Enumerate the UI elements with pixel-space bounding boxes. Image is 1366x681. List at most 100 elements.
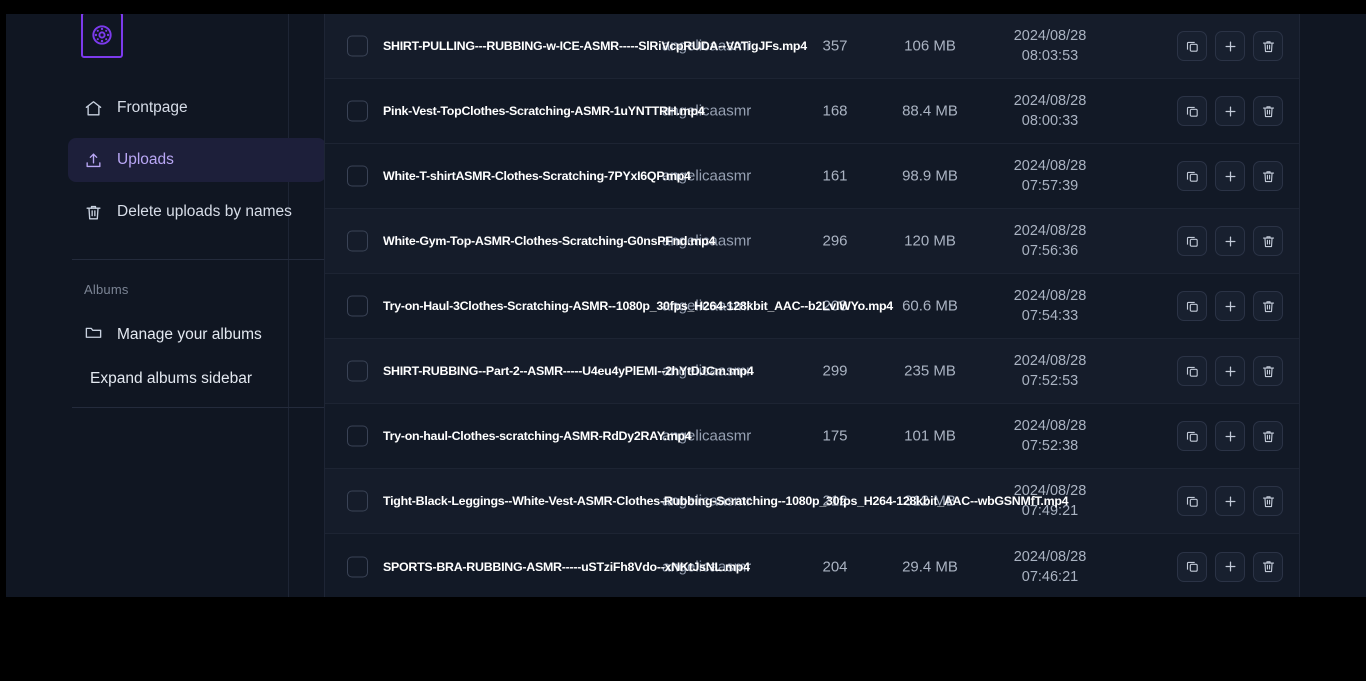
upload-filename[interactable]: SHIRT-RUBBING--Part-2--ASMR-----U4eu4yPl… <box>383 364 754 378</box>
upload-filename[interactable]: Tight-Black-Leggings--White-Vest-ASMR-Cl… <box>383 494 1069 508</box>
add-to-album-button[interactable] <box>1215 356 1245 386</box>
table-row[interactable]: White-T-shirtASMR-Clothes-Scratching-7PY… <box>325 144 1299 209</box>
upload-timestamp: 2024/08/28 07:46:21 <box>995 547 1105 587</box>
sidebar-item-frontpage[interactable]: Frontpage <box>68 86 326 130</box>
upload-timestamp: 2024/08/28 07:52:53 <box>995 351 1105 391</box>
sidebar-item-expand-albums-sidebar[interactable]: Expand albums sidebar <box>68 357 326 401</box>
upload-timestamp: 2024/08/28 08:00:33 <box>995 91 1105 131</box>
table-row[interactable]: SHIRT-RUBBING--Part-2--ASMR-----U4eu4yPl… <box>325 339 1299 404</box>
delete-upload-button[interactable] <box>1253 421 1283 451</box>
table-row[interactable]: Try-on-Haul-3Clothes-Scratching-ASMR--10… <box>325 274 1299 339</box>
sidebar-section-albums-title: Albums <box>84 282 129 297</box>
sidebar-item-label: Manage your albums <box>117 326 262 343</box>
delete-upload-button[interactable] <box>1253 226 1283 256</box>
copy-link-button[interactable] <box>1177 96 1207 126</box>
upload-time: 07:46:21 <box>1021 568 1079 585</box>
sidebar-divider-bottom <box>72 407 328 408</box>
table-row[interactable]: SHIRT-PULLING---RUBBING-w-ICE-ASMR-----S… <box>325 14 1299 79</box>
copy-link-button[interactable] <box>1177 356 1207 386</box>
delete-upload-button[interactable] <box>1253 161 1283 191</box>
row-actions <box>1177 31 1283 61</box>
add-to-album-button[interactable] <box>1215 226 1245 256</box>
upload-filename[interactable]: SHIRT-PULLING---RUBBING-w-ICE-ASMR-----S… <box>383 39 807 53</box>
folder-icon <box>84 323 103 347</box>
copy-link-button[interactable] <box>1177 486 1207 516</box>
copy-link-button[interactable] <box>1177 551 1207 582</box>
row-select-checkbox[interactable] <box>347 556 368 577</box>
upload-icon <box>84 151 103 170</box>
upload-filename[interactable]: Try-on-Haul-3Clothes-Scratching-ASMR--10… <box>383 299 893 313</box>
add-to-album-button[interactable] <box>1215 31 1245 61</box>
upload-timestamp: 2024/08/28 07:56:36 <box>995 221 1105 261</box>
delete-upload-button[interactable] <box>1253 291 1283 321</box>
table-row[interactable]: Try-on-haul-Clothes-scratching-ASMR-RdDy… <box>325 404 1299 469</box>
table-row[interactable]: Tight-Black-Leggings--White-Vest-ASMR-Cl… <box>325 469 1299 534</box>
upload-file-size: 29.4 MB <box>902 558 958 575</box>
copy-link-button[interactable] <box>1177 31 1207 61</box>
app-window: Frontpage Uploads Delete uploads by name… <box>6 14 1366 597</box>
delete-upload-button[interactable] <box>1253 356 1283 386</box>
upload-time: 07:54:33 <box>1021 308 1079 324</box>
sidebar-item-label: Delete uploads by names <box>117 203 292 220</box>
add-to-album-button[interactable] <box>1215 161 1245 191</box>
row-select-checkbox[interactable] <box>347 490 368 512</box>
row-select-checkbox[interactable] <box>347 360 368 382</box>
upload-filename[interactable]: SPORTS-BRA-RUBBING-ASMR-----uSTziFh8Vdo-… <box>383 560 750 574</box>
upload-filename[interactable]: Try-on-haul-Clothes-scratching-ASMR-RdDy… <box>383 429 692 443</box>
upload-file-size: 98.9 MB <box>902 167 958 185</box>
sidebar-item-manage-your-albums[interactable]: Manage your albums <box>68 313 326 357</box>
upload-timestamp: 2024/08/28 07:52:38 <box>995 416 1105 456</box>
upload-date: 2024/08/28 <box>1013 158 1087 174</box>
page-right-gutter <box>1301 14 1366 597</box>
row-select-checkbox[interactable] <box>347 295 368 317</box>
sidebar-item-delete-uploads-by-names[interactable]: Delete uploads by names <box>68 190 326 234</box>
add-to-album-button[interactable] <box>1215 551 1245 582</box>
upload-time: 07:52:53 <box>1021 373 1079 389</box>
add-to-album-button[interactable] <box>1215 486 1245 516</box>
delete-upload-button[interactable] <box>1253 96 1283 126</box>
upload-view-count: 161 <box>822 167 848 185</box>
copy-link-button[interactable] <box>1177 291 1207 321</box>
table-row[interactable]: Pink-Vest-TopClothes-Scratching-ASMR-1uY… <box>325 79 1299 144</box>
upload-view-count: 204 <box>822 558 848 575</box>
film-reel-icon <box>81 14 123 58</box>
app-logo[interactable] <box>80 14 124 62</box>
sidebar-divider <box>72 259 328 260</box>
upload-date: 2024/08/28 <box>1013 418 1087 434</box>
upload-view-count: 175 <box>822 427 848 445</box>
copy-link-button[interactable] <box>1177 226 1207 256</box>
delete-upload-button[interactable] <box>1253 551 1283 582</box>
upload-filename[interactable]: Pink-Vest-TopClothes-Scratching-ASMR-1uY… <box>383 104 705 118</box>
upload-date: 2024/08/28 <box>1013 288 1087 304</box>
row-actions <box>1177 421 1283 451</box>
upload-time: 08:03:53 <box>1021 48 1079 64</box>
upload-filename[interactable]: White-T-shirtASMR-Clothes-Scratching-7PY… <box>383 169 691 183</box>
add-to-album-button[interactable] <box>1215 96 1245 126</box>
row-actions <box>1177 551 1283 582</box>
sidebar-item-uploads[interactable]: Uploads <box>68 138 326 182</box>
upload-time: 07:52:38 <box>1021 438 1079 454</box>
add-to-album-button[interactable] <box>1215 291 1245 321</box>
upload-filename[interactable]: White-Gym-Top-ASMR-Clothes-Scratching-G0… <box>383 234 715 248</box>
table-row[interactable]: SPORTS-BRA-RUBBING-ASMR-----uSTziFh8Vdo-… <box>325 534 1299 597</box>
table-row[interactable]: White-Gym-Top-ASMR-Clothes-Scratching-G0… <box>325 209 1299 274</box>
row-select-checkbox[interactable] <box>347 35 368 57</box>
sidebar: Frontpage Uploads Delete uploads by name… <box>6 14 328 597</box>
upload-view-count: 299 <box>822 362 848 380</box>
upload-view-count: 296 <box>822 232 848 250</box>
upload-timestamp: 2024/08/28 07:54:33 <box>995 286 1105 326</box>
upload-view-count: 357 <box>822 37 848 55</box>
copy-link-button[interactable] <box>1177 421 1207 451</box>
row-select-checkbox[interactable] <box>347 165 368 187</box>
add-to-album-button[interactable] <box>1215 421 1245 451</box>
delete-upload-button[interactable] <box>1253 31 1283 61</box>
upload-date: 2024/08/28 <box>1013 28 1087 44</box>
row-select-checkbox[interactable] <box>347 100 368 122</box>
upload-date: 2024/08/28 <box>1013 548 1087 565</box>
row-actions <box>1177 226 1283 256</box>
delete-upload-button[interactable] <box>1253 486 1283 516</box>
copy-link-button[interactable] <box>1177 161 1207 191</box>
row-select-checkbox[interactable] <box>347 230 368 252</box>
upload-time: 07:56:36 <box>1021 243 1079 259</box>
row-select-checkbox[interactable] <box>347 425 368 447</box>
